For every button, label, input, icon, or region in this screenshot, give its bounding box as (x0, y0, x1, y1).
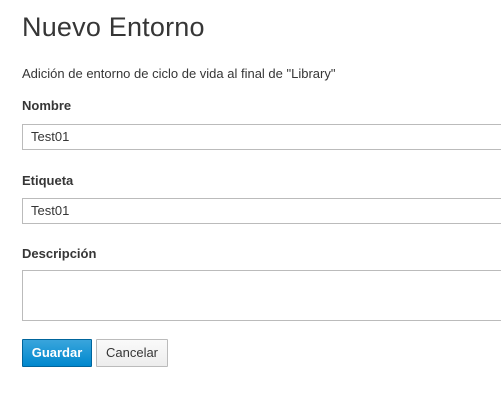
form-description: Adición de entorno de ciclo de vida al f… (22, 66, 336, 81)
save-button[interactable]: Guardar (22, 339, 92, 367)
description-label: Descripción (22, 246, 97, 261)
cancel-button[interactable]: Cancelar (96, 339, 168, 367)
label-input[interactable]: Test01 (22, 198, 501, 224)
label-label: Etiqueta (22, 173, 74, 188)
description-textarea[interactable] (22, 270, 501, 321)
new-environment-form: Nuevo Entorno Adición de entorno de cicl… (0, 0, 501, 411)
name-input[interactable]: Test01 (22, 124, 501, 150)
page-title: Nuevo Entorno (22, 12, 205, 42)
name-label: Nombre (22, 98, 72, 113)
